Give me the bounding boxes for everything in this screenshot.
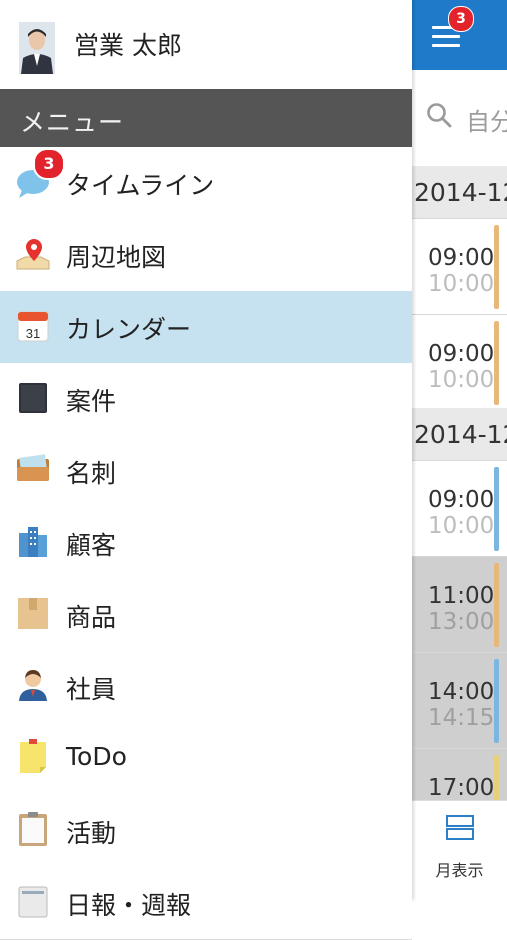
app-header: 3 (412, 0, 507, 70)
menu-item-products[interactable]: 商品 (0, 579, 412, 652)
box-icon (18, 598, 48, 629)
event-end: 13:00 (428, 609, 495, 635)
menu-item-label: 顧客 (66, 531, 117, 560)
menu-item-map[interactable]: 周辺地図 (0, 219, 412, 292)
tab-month-view[interactable]: 月表示 (412, 800, 507, 900)
menu-item-label: 日報・週報 (66, 891, 192, 920)
search-bar[interactable]: 自分 (412, 70, 507, 166)
menu-item-label: ToDo (66, 742, 127, 771)
search-placeholder: 自分 (466, 108, 507, 136)
event-start: 09:00 (428, 245, 495, 271)
menu-item-label: 社員 (66, 675, 117, 704)
menu-item-employees[interactable]: 社員 (0, 651, 412, 724)
calendar-background-panel: 3 自分 2014-12 09:00 10:00 09:00 10:00 201… (412, 0, 507, 900)
event-item[interactable]: 09:00 10:00 (412, 460, 507, 557)
navigation-drawer: 営業 太郎 メニュー タイムライン 3 周辺地図 31 カレンダー 案件 名刺 … (0, 0, 412, 940)
user-name: 営業 太郎 (74, 31, 182, 60)
menu-item-reports[interactable]: 日報・週報 (0, 867, 412, 940)
event-end: 10:00 (428, 271, 495, 297)
menu-item-customers[interactable]: 顧客 (0, 507, 412, 580)
menu-item-label: 名刺 (66, 459, 117, 488)
avatar-photo-icon (19, 22, 55, 74)
avatar (19, 22, 55, 74)
menu-item-label: 案件 (66, 387, 117, 416)
tab-label: 月表示 (435, 861, 484, 880)
event-start: 09:00 (428, 341, 495, 367)
report-icon (18, 886, 48, 918)
menu-item-calendar[interactable]: 31 カレンダー (0, 291, 412, 364)
event-end: 14:15 (428, 705, 495, 731)
event-item[interactable]: 11:00 13:00 (412, 556, 507, 653)
event-color-bar (494, 467, 499, 551)
menu-item-label: タイムライン (66, 171, 215, 200)
sticky-note-icon (20, 739, 46, 773)
menu-item-label: 活動 (66, 819, 117, 848)
notification-badge: 3 (448, 6, 474, 32)
event-color-bar (494, 225, 499, 309)
menu-item-label: 周辺地図 (66, 243, 167, 272)
folder-icon (19, 383, 47, 413)
date-header: 2014-12 (412, 408, 507, 460)
timeline-badge: 3 (33, 148, 65, 180)
event-end: 10:00 (428, 367, 495, 393)
menu-item-business-cards[interactable]: 名刺 (0, 435, 412, 508)
event-start: 11:00 (428, 583, 495, 609)
event-end: 10:00 (428, 513, 495, 539)
menu-item-activities[interactable]: 活動 (0, 795, 412, 868)
map-pin-icon (16, 239, 50, 270)
menu-item-projects[interactable]: 案件 (0, 363, 412, 436)
event-item[interactable]: 09:00 10:00 (412, 314, 507, 411)
menu-item-todo[interactable]: ToDo (0, 723, 412, 796)
event-color-bar (494, 563, 499, 647)
person-icon (19, 670, 47, 701)
event-start: 09:00 (428, 487, 495, 513)
month-view-icon (446, 815, 474, 840)
clipboard-icon (19, 812, 47, 846)
event-start: 14:00 (428, 679, 495, 705)
event-color-bar (494, 659, 499, 743)
menu-item-label: カレンダー (66, 315, 192, 344)
event-item[interactable]: 14:00 14:15 (412, 652, 507, 749)
menu-item-label: 商品 (66, 603, 117, 632)
event-item[interactable]: 09:00 10:00 (412, 218, 507, 315)
business-card-icon (17, 454, 49, 481)
svg-text:31: 31 (26, 326, 40, 341)
user-profile[interactable]: 営業 太郎 (0, 0, 412, 89)
event-color-bar (494, 321, 499, 405)
search-icon (427, 103, 452, 128)
event-start: 17:00 (428, 775, 495, 801)
menu-section-header: メニュー (0, 89, 412, 147)
calendar-icon: 31 (17, 311, 49, 342)
building-icon (19, 527, 47, 557)
date-header: 2014-12 (412, 166, 507, 218)
